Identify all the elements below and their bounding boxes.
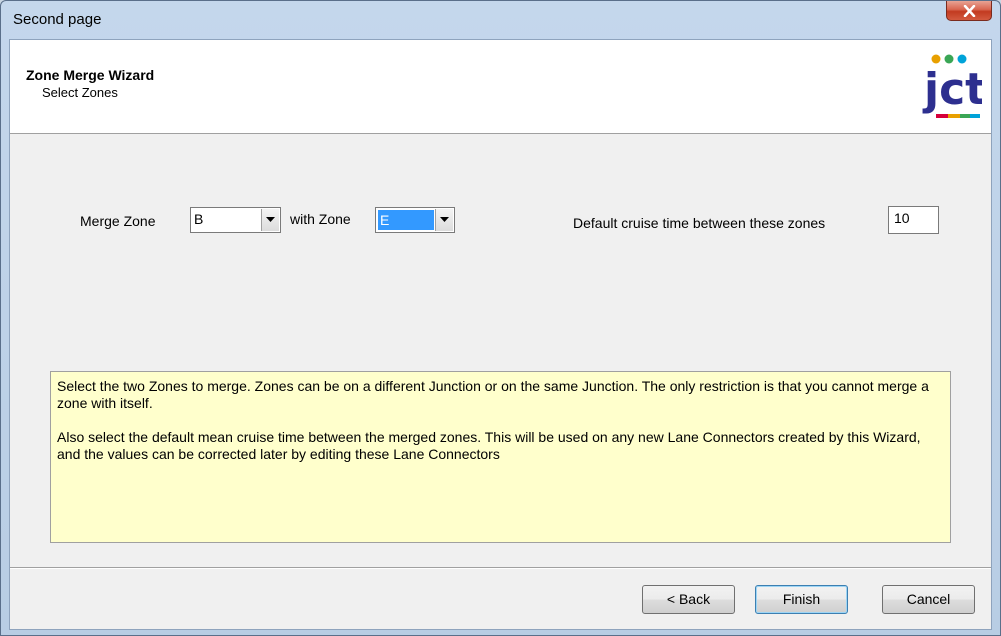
wizard-title: Zone Merge Wizard [26,67,155,83]
wizard-subtitle: Select Zones [42,85,118,100]
back-button[interactable]: < Back [642,585,735,614]
help-paragraph-2: Also select the default mean cruise time… [57,429,921,462]
close-button[interactable] [946,1,992,21]
title-bar[interactable]: Second page [1,1,1000,39]
cruise-time-label: Default cruise time between these zones [573,215,826,231]
help-text-box: Select the two Zones to merge. Zones can… [50,371,951,543]
window-title: Second page [13,11,102,28]
svg-text:jct: jct [922,64,982,115]
dropdown-button[interactable] [435,209,453,231]
finish-button[interactable]: Finish [755,585,848,614]
merge-zone-select[interactable]: B [190,207,281,233]
with-zone-select[interactable]: E [375,207,455,233]
cancel-button[interactable]: Cancel [882,585,975,614]
wizard-header: Zone Merge Wizard Select Zones jct [10,40,991,134]
with-zone-value: E [378,210,434,230]
dialog-window: Second page Zone Merge Wizard Select Zon… [0,0,1001,636]
cruise-time-input[interactable]: 10 [888,206,939,234]
button-separator [10,567,991,569]
merge-zone-value: B [194,211,204,227]
close-icon [963,5,976,17]
chevron-down-icon [440,217,449,222]
help-paragraph-1: Select the two Zones to merge. Zones can… [57,378,929,411]
merge-zone-label: Merge Zone [80,213,156,229]
dialog-client-area: Zone Merge Wizard Select Zones jct Merge… [9,39,992,630]
chevron-down-icon [266,217,275,222]
with-zone-label: with Zone [290,211,351,227]
jct-logo: jct [922,54,982,118]
dropdown-button[interactable] [261,209,279,231]
